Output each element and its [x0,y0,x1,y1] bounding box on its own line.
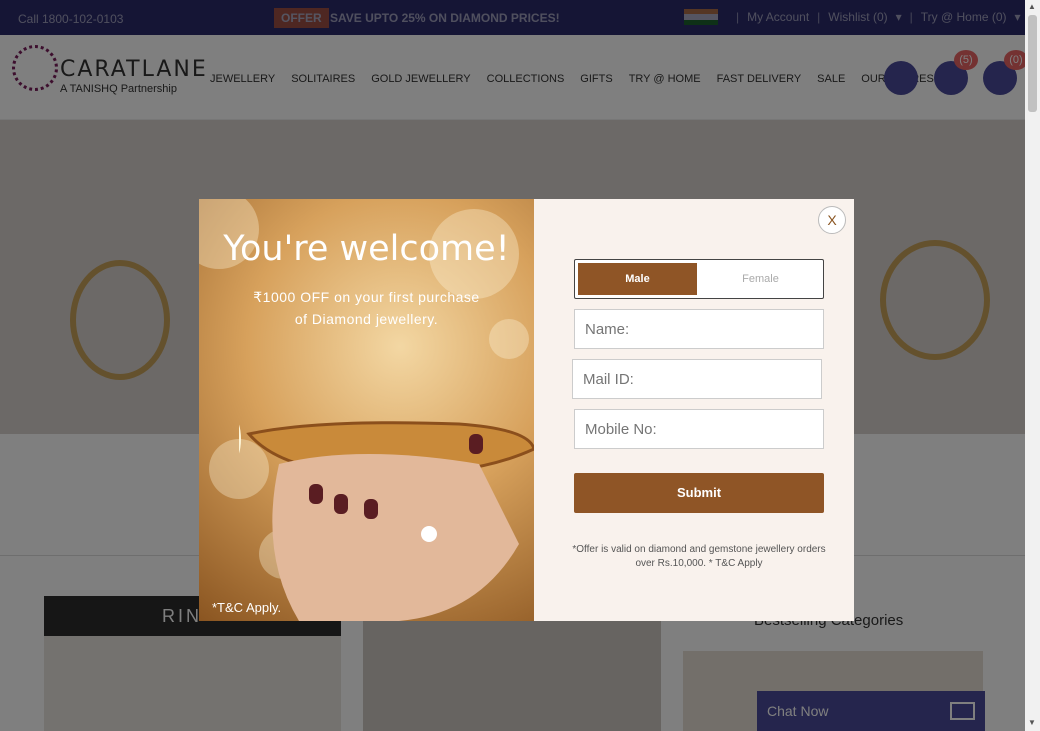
offer-disclaimer: *Offer is valid on diamond and gemstone … [572,544,826,569]
gender-female-option[interactable]: Female [701,263,820,295]
offer-line-2: of Diamond jewellery. [294,311,439,327]
name-field[interactable] [574,309,824,349]
welcome-title: You're welcome! [223,229,510,269]
welcome-modal: You're welcome! ₹1000 OFF on your first … [199,199,854,621]
submit-button[interactable]: Submit [574,473,824,513]
gender-male-option[interactable]: Male [578,263,697,295]
page-scrollbar[interactable]: ▲ ▼ [1025,0,1040,731]
scrollbar-thumb[interactable] [1028,15,1037,112]
mobile-number-field[interactable] [574,409,824,449]
offer-line-1: ₹1000 OFF on your first purchase [253,289,480,305]
scroll-down-arrow-icon[interactable]: ▼ [1028,718,1036,727]
terms-note: *T&C Apply. [212,600,282,615]
diya-hands-image [239,421,534,621]
gender-toggle: Male Female [574,259,824,299]
mail-id-field[interactable] [572,359,822,399]
scroll-up-arrow-icon[interactable]: ▲ [1028,2,1036,11]
welcome-promo-image: You're welcome! ₹1000 OFF on your first … [199,199,534,621]
close-modal-button[interactable]: X [818,206,846,234]
